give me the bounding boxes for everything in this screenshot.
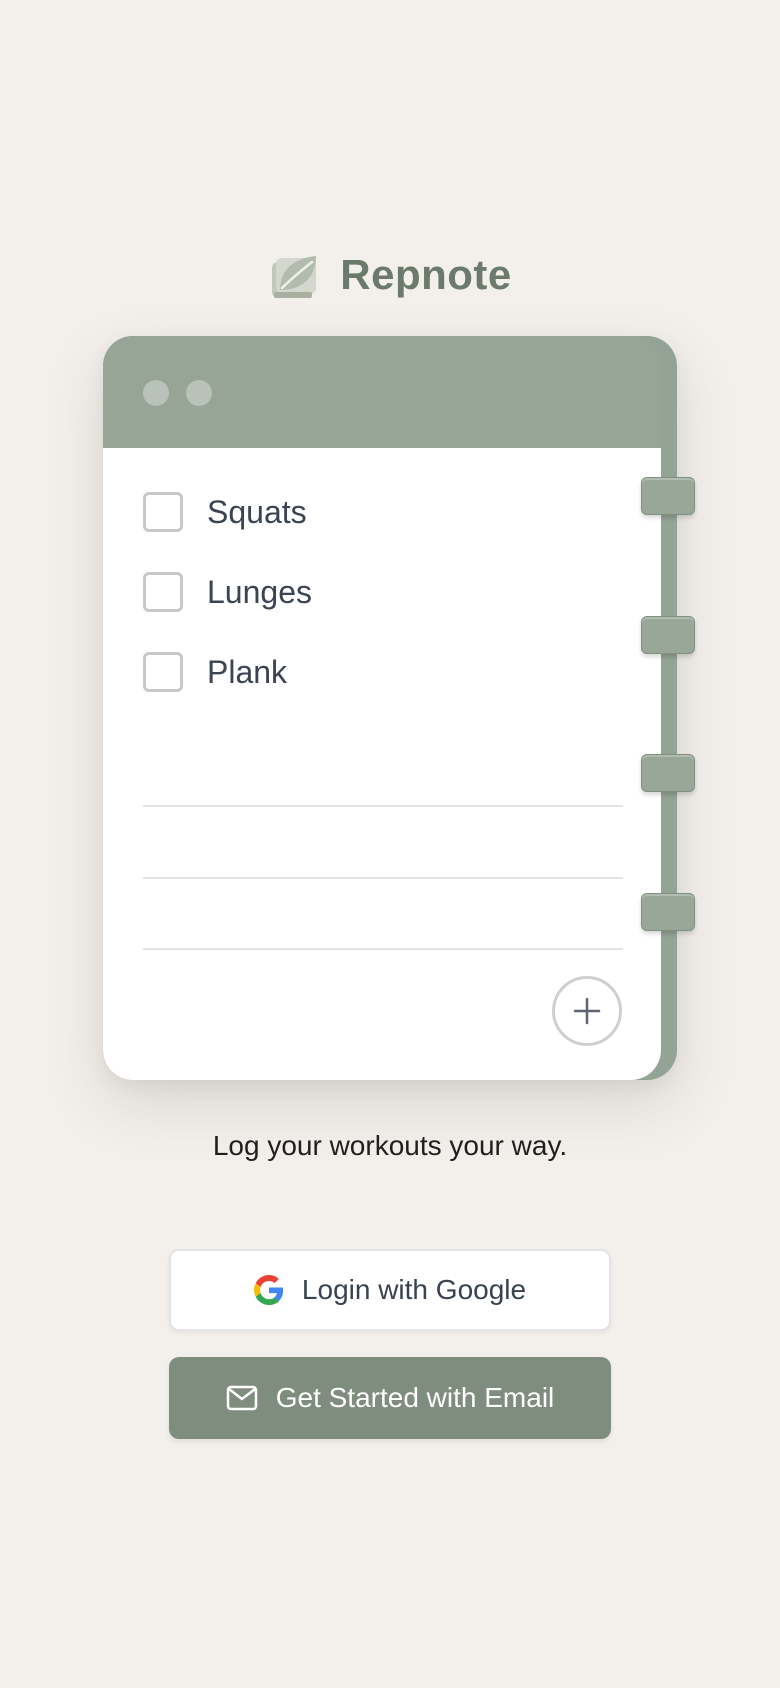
binder-ring <box>641 477 695 515</box>
email-signup-button[interactable]: Get Started with Email <box>169 1357 611 1439</box>
login-google-button[interactable]: Login with Google <box>169 1249 611 1331</box>
notebook-header <box>103 336 661 448</box>
notebook-page: Squats Lunges Plank <box>103 448 661 1080</box>
tagline: Log your workouts your way. <box>212 1130 568 1161</box>
list-item-label: Plank <box>207 653 288 690</box>
checkbox[interactable] <box>143 652 183 692</box>
binder-ring <box>641 754 695 792</box>
email-signup-label: Get Started with Email <box>275 1382 555 1413</box>
empty-line <box>143 877 623 879</box>
brand-header: Repnote <box>0 248 780 302</box>
window-dot <box>143 380 169 406</box>
binder-ring <box>641 616 695 654</box>
list-item-lunges[interactable]: Lunges <box>143 572 312 612</box>
list-item-squats[interactable]: Squats <box>143 492 307 532</box>
checkbox[interactable] <box>143 572 183 612</box>
app-name: Repnote <box>340 251 512 298</box>
list-item-plank[interactable]: Plank <box>143 652 287 692</box>
leaf-book-icon <box>272 256 317 298</box>
binder-ring <box>641 893 695 931</box>
list-item-label: Squats <box>207 493 307 530</box>
mail-icon <box>226 1385 257 1411</box>
google-icon <box>253 1275 283 1305</box>
login-google-label: Login with Google <box>301 1274 527 1305</box>
plus-icon <box>573 997 601 1025</box>
add-item-button[interactable] <box>552 976 622 1046</box>
list-item-label: Lunges <box>207 573 312 610</box>
checkbox[interactable] <box>143 492 183 532</box>
empty-line <box>143 805 623 807</box>
notebook-card: Squats Lunges Plank <box>103 336 695 1080</box>
window-dot <box>186 380 212 406</box>
empty-line <box>143 948 623 950</box>
